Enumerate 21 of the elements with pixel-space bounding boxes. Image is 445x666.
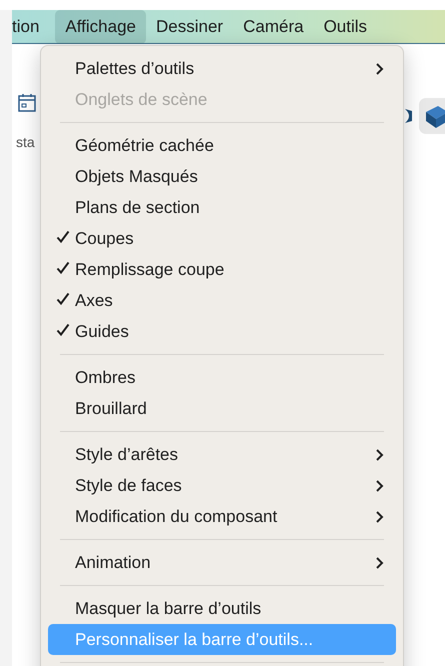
menu-item[interactable]: Coupes (48, 223, 396, 254)
menu-item[interactable]: Masquer la barre d’outils (48, 593, 396, 624)
menu-bar-item[interactable]: tion (12, 10, 50, 44)
menu-item[interactable]: Remplissage coupe (48, 254, 396, 285)
menu-item[interactable]: Guides (48, 316, 396, 347)
menu-item[interactable]: Style de faces (48, 470, 396, 501)
toolbar-label: sta (16, 134, 35, 150)
menu-item[interactable]: Axes (48, 285, 396, 316)
menu-item[interactable]: Plans de section (48, 192, 396, 223)
menu-item[interactable]: Palettes d’outils (48, 53, 396, 84)
menu-item[interactable]: Style d’arêtes (48, 439, 396, 470)
menu-bar-item[interactable]: Caméra (233, 10, 314, 44)
menu-bar-item[interactable]: Outils (314, 10, 378, 44)
menu-item[interactable]: Géométrie cachée (48, 130, 396, 161)
menu-bar-item[interactable]: Affichage (55, 10, 146, 44)
menu-item[interactable]: Animation (48, 547, 396, 578)
menu-item[interactable]: Modification du composant (48, 501, 396, 532)
menu-item[interactable]: Ombres (48, 362, 396, 393)
menu-bar-item[interactable]: Dessiner (146, 10, 234, 44)
menu-item[interactable]: Brouillard (48, 393, 396, 424)
menu-item[interactable]: Objets Masqués (48, 161, 396, 192)
